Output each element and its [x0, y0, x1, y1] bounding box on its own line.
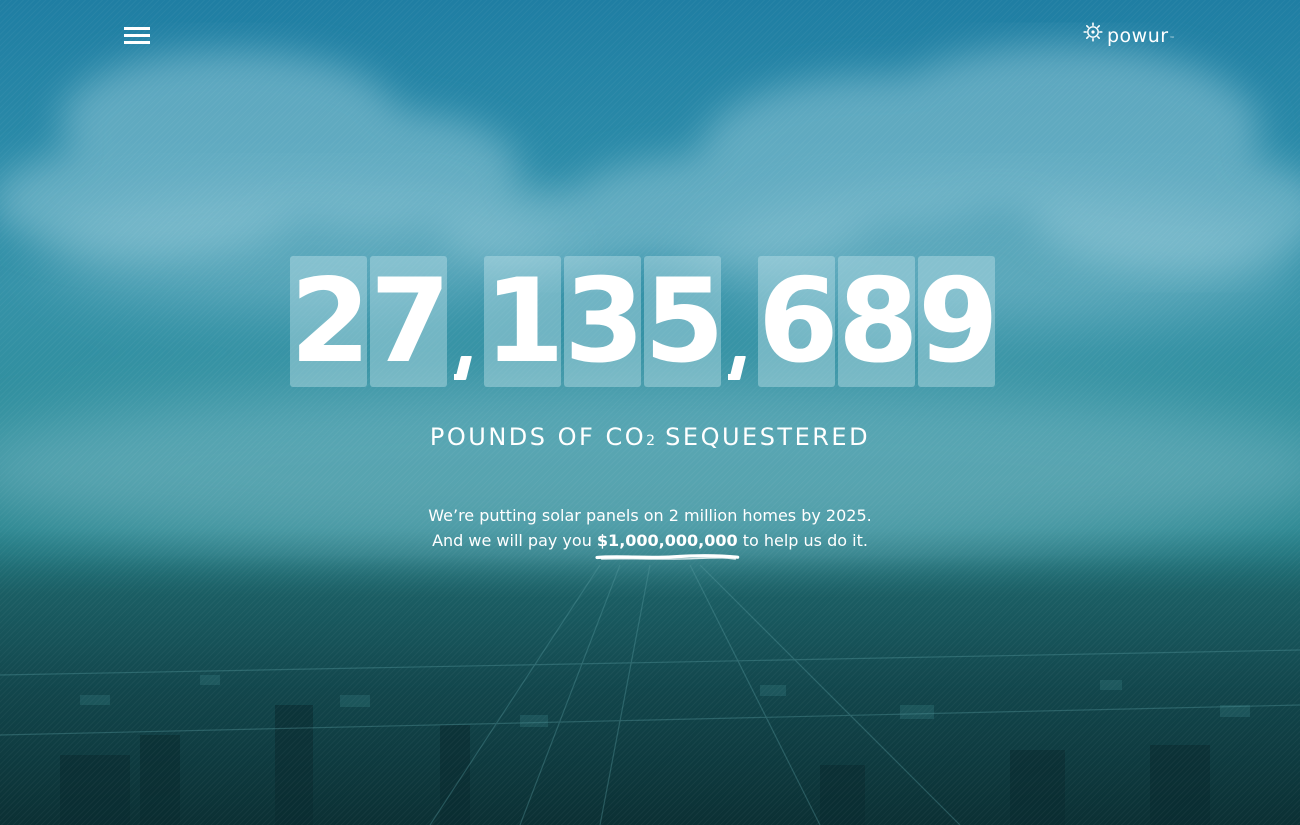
tagline-line-2: And we will pay you $1,000,000,000 to he… [0, 528, 1300, 560]
co2-counter: 2 7 1 3 5 6 8 9 [290, 254, 999, 389]
logo-wordmark: powur [1107, 25, 1169, 47]
menu-bar-top [124, 27, 150, 30]
caption-before: POUNDS OF CO [429, 423, 647, 451]
caption-subscript: 2 [646, 433, 656, 449]
counter-digit: 2 [290, 254, 371, 389]
counter-digit: 9 [918, 254, 999, 389]
logo-trademark: ™ [1169, 36, 1175, 42]
tagline: We’re putting solar panels on 2 million … [0, 503, 1300, 560]
counter-caption: POUNDS OF CO2 SEQUESTERED [0, 423, 1300, 451]
counter-digit: 6 [758, 254, 839, 389]
counter-digit: 7 [370, 254, 451, 389]
stripe-overlay [0, 0, 1300, 825]
menu-bar-bottom [124, 41, 150, 44]
menu-bar-middle [124, 34, 150, 37]
caption-after: SEQUESTERED [655, 423, 871, 451]
payout-amount-text: $1,000,000,000 [596, 531, 738, 550]
payout-amount: $1,000,000,000 [595, 528, 740, 560]
powur-logo[interactable]: powur ™ [1083, 22, 1175, 50]
counter-digit: 1 [484, 254, 565, 389]
counter-digit: 8 [838, 254, 919, 389]
tagline-line-1: We’re putting solar panels on 2 million … [428, 506, 872, 525]
sun-gear-icon [1083, 22, 1103, 42]
city-skyline [0, 555, 1300, 825]
hero-page: powur ™ 2 7 1 3 5 6 8 9 POUNDS OF CO2 SE… [0, 0, 1300, 825]
tagline-line-2-before: And we will pay you [432, 531, 597, 550]
brush-underline [595, 554, 740, 560]
cloud-layer [0, 45, 1300, 560]
counter-separator [450, 256, 484, 387]
counter-separator [724, 256, 758, 387]
hamburger-menu-icon[interactable] [124, 27, 150, 46]
counter-digit: 5 [644, 254, 725, 389]
counter-digit: 3 [564, 254, 645, 389]
tagline-line-2-after: to help us do it. [737, 531, 868, 550]
